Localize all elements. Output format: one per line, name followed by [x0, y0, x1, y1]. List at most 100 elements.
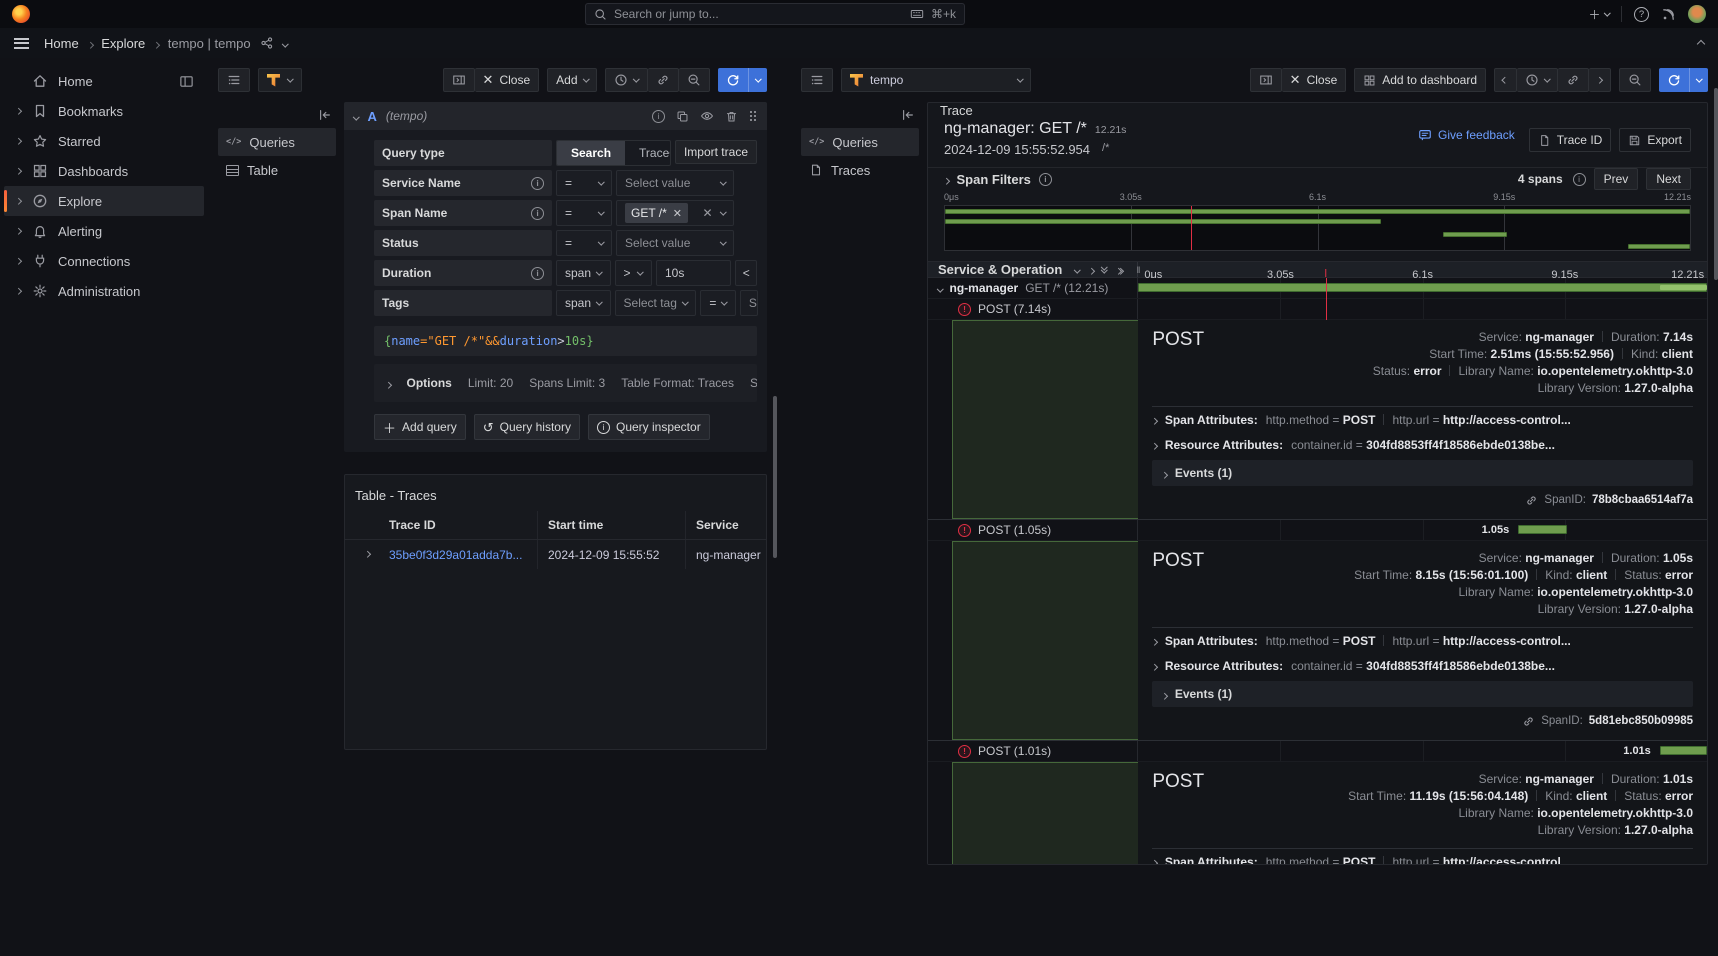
span-row-post-1[interactable]: ! POST (7.14s): [928, 299, 1707, 320]
close-pane-button-right[interactable]: ✕Close: [1282, 68, 1347, 92]
service-name-value-select[interactable]: Select value: [616, 170, 734, 196]
new-button[interactable]: ＋: [1588, 6, 1609, 23]
clear-value-icon[interactable]: ✕: [702, 206, 712, 220]
span-attributes-row[interactable]: Span Attributes: http.method = POSThttp.…: [1152, 407, 1693, 432]
user-avatar[interactable]: [1688, 5, 1706, 23]
span-attributes-row[interactable]: Span Attributes: http.method = POSThttp.…: [1152, 628, 1693, 653]
expand-row-icon[interactable]: [345, 552, 389, 557]
help-icon[interactable]: ?: [1634, 7, 1649, 22]
news-icon[interactable]: [1661, 7, 1676, 22]
export-button[interactable]: Export: [1619, 128, 1691, 152]
time-forward-button[interactable]: [1589, 68, 1611, 92]
add-button-left[interactable]: Add: [547, 68, 597, 92]
link-icon[interactable]: [1522, 715, 1535, 728]
span-bar-post-3[interactable]: 1.01s: [1138, 741, 1707, 761]
import-trace-button[interactable]: Import trace: [675, 140, 757, 164]
tags-scope-select[interactable]: span: [556, 290, 611, 316]
sidebar-item-starred[interactable]: Starred: [4, 126, 204, 156]
run-query-button-left[interactable]: [718, 68, 768, 92]
query-help-icon[interactable]: i: [652, 110, 665, 123]
span-name-value-select[interactable]: GET /*✕ ✕: [616, 200, 734, 226]
collapse-all-icon[interactable]: [1102, 266, 1107, 273]
breadcrumb-explore[interactable]: Explore: [101, 36, 145, 51]
tab-traceql[interactable]: TraceQL: [625, 141, 671, 165]
collapse-topbar-icon[interactable]: [1698, 36, 1704, 50]
collapse-rail-icon-right[interactable]: [901, 108, 915, 122]
resource-attributes-row[interactable]: Resource Attributes: container.id = 304f…: [1152, 653, 1693, 678]
status-operator-select[interactable]: =: [556, 230, 612, 256]
span-bar-post-2[interactable]: 1.05s: [1138, 520, 1707, 540]
run-query-button-right[interactable]: [1659, 68, 1709, 92]
tags-value-select[interactable]: Select value: [740, 290, 758, 316]
link-time-button-right[interactable]: [1558, 68, 1589, 92]
column-start-time[interactable]: Start time: [537, 511, 685, 539]
span-row-post-2[interactable]: ! POST (1.05s) 1.05s: [928, 520, 1707, 541]
search-input[interactable]: Search or jump to... ⌘+k: [585, 3, 965, 25]
rail-item-queries-right[interactable]: </> Queries: [801, 128, 919, 156]
duration-scope-select[interactable]: span: [556, 260, 611, 286]
sidebar-item-explore[interactable]: Explore: [4, 186, 204, 216]
span-bar-post-1[interactable]: [1138, 299, 1707, 319]
dock-panel-icon[interactable]: [178, 74, 194, 89]
time-back-button[interactable]: [1494, 68, 1517, 92]
minimap-canvas[interactable]: [944, 205, 1691, 251]
give-feedback-link[interactable]: Give feedback: [1418, 128, 1515, 142]
status-value-select[interactable]: Select value: [616, 230, 734, 256]
menu-toggle-icon[interactable]: [14, 38, 29, 49]
time-range-button-left[interactable]: [605, 68, 648, 92]
sidebar-item-alerting[interactable]: Alerting: [4, 216, 204, 246]
column-trace-id[interactable]: Trace ID: [389, 518, 537, 532]
span-bar-root[interactable]: [1138, 278, 1707, 298]
rail-item-traces[interactable]: Traces: [801, 156, 919, 184]
datasource-picker-right[interactable]: tempo: [841, 68, 1031, 92]
time-range-button-right[interactable]: [1517, 68, 1559, 92]
column-service[interactable]: Service: [685, 511, 766, 539]
add-query-button[interactable]: ＋Add query: [374, 414, 466, 440]
events-row[interactable]: Events (1): [1152, 460, 1693, 486]
sidebar-item-connections[interactable]: Connections: [4, 246, 204, 276]
sidebar-item-home[interactable]: Home: [4, 66, 204, 96]
hide-query-icon[interactable]: [700, 109, 714, 123]
zoom-out-button-left[interactable]: [679, 68, 710, 92]
span-attributes-row[interactable]: Span Attributes: http.method = POSThttp.…: [1152, 849, 1693, 865]
outline-button[interactable]: [218, 68, 250, 92]
tags-operator-select[interactable]: =: [700, 290, 736, 316]
span-row-post-3[interactable]: ! POST (1.01s) 1.01s: [928, 741, 1707, 762]
prev-span-button[interactable]: Prev: [1594, 168, 1639, 190]
trace-minimap[interactable]: 0μs 3.05s 6.1s 9.15s 12.21s: [944, 192, 1691, 251]
expand-one-icon[interactable]: [1089, 263, 1094, 277]
grafana-logo[interactable]: [12, 5, 30, 23]
close-pane-button-left[interactable]: ✕Close: [475, 68, 540, 92]
sidebar-item-bookmarks[interactable]: Bookmarks: [4, 96, 204, 126]
table-row[interactable]: 35be0f3d29a01adda7b... 2024-12-09 15:55:…: [345, 540, 766, 569]
trace-id-button[interactable]: Trace ID: [1529, 128, 1612, 152]
breadcrumb-caret-icon[interactable]: [283, 36, 288, 50]
duplicate-query-icon[interactable]: [676, 110, 689, 123]
link-time-button-left[interactable]: [648, 68, 679, 92]
split-view-button-right[interactable]: [1250, 68, 1282, 92]
split-view-button-left[interactable]: [443, 68, 475, 92]
datasource-picker-left[interactable]: [258, 68, 302, 92]
tags-key-select[interactable]: Select tag: [615, 290, 697, 316]
collapse-span-icon[interactable]: [938, 281, 943, 295]
zoom-out-button-right[interactable]: [1619, 68, 1651, 92]
events-row[interactable]: Events (1): [1152, 681, 1693, 707]
delete-query-icon[interactable]: [725, 110, 738, 123]
outline-button-right[interactable]: [801, 68, 833, 92]
span-duration-bar[interactable]: [1138, 283, 1707, 292]
span-row-root[interactable]: ng-manager GET /* (12.21s): [928, 278, 1707, 299]
add-to-dashboard-button[interactable]: Add to dashboard: [1354, 68, 1486, 92]
duration-value-input[interactable]: 10s: [656, 260, 731, 286]
next-span-button[interactable]: Next: [1646, 168, 1691, 190]
span-name-chip[interactable]: GET /*✕: [625, 203, 688, 223]
sidebar-item-administration[interactable]: Administration: [4, 276, 204, 306]
drag-handle-icon[interactable]: [749, 110, 757, 122]
collapse-one-icon[interactable]: [1075, 263, 1080, 277]
right-pane-scrollbar[interactable]: [1714, 88, 1718, 280]
link-icon[interactable]: [1525, 494, 1538, 507]
span-duration-bar[interactable]: [1518, 525, 1567, 534]
span-duration-bar[interactable]: [1660, 746, 1707, 755]
share-icon[interactable]: [260, 36, 274, 50]
span-name-operator-select[interactable]: =: [556, 200, 612, 226]
span-filters-toggle[interactable]: Span Filters i: [944, 172, 1052, 187]
